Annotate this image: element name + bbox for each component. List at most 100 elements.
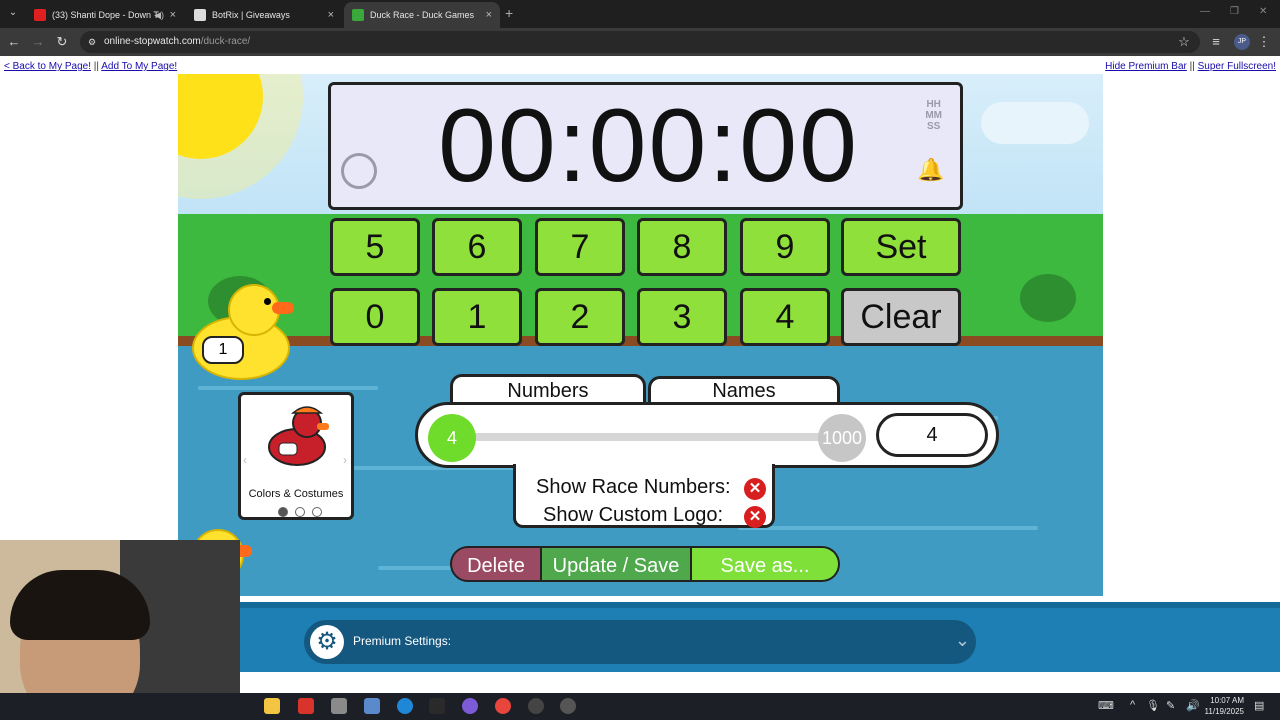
webcam-overlay: [0, 540, 240, 693]
back-icon[interactable]: ←: [6, 34, 22, 50]
close-icon[interactable]: ×: [328, 9, 334, 21]
race-duck: 1: [188, 284, 298, 380]
app-icon[interactable]: [298, 698, 314, 714]
url-bar[interactable]: ⚙ online-stopwatch.com/duck-race/ ☆: [80, 31, 1200, 53]
premium-settings-label: Premium Settings:: [353, 634, 452, 648]
browser-tab-active[interactable]: Duck Race - Duck Games ×: [344, 2, 500, 28]
file-explorer-icon[interactable]: [264, 698, 280, 714]
costume-page-dot[interactable]: [312, 507, 322, 517]
key-9[interactable]: 9: [740, 218, 830, 276]
microphone-icon[interactable]: 🎙: [1146, 699, 1160, 712]
browser-tab-bar: ⌄ (33) Shanti Dope - Down T ◀) × BotRix …: [0, 0, 1280, 28]
reload-icon[interactable]: ↻: [54, 34, 70, 50]
key-6[interactable]: 6: [432, 218, 522, 276]
url-text: online-stopwatch.com/duck-race/: [104, 36, 251, 47]
calculator-icon[interactable]: [364, 698, 380, 714]
alarm-clock-icon[interactable]: [341, 153, 377, 189]
slider-max-label: 1000: [818, 414, 866, 462]
delete-button[interactable]: Delete: [450, 546, 542, 582]
key-0[interactable]: 0: [330, 288, 420, 346]
racer-count-panel: 4 1000 4: [415, 402, 999, 468]
settings-icon[interactable]: [560, 698, 576, 714]
key-7[interactable]: 7: [535, 218, 625, 276]
notifications-icon[interactable]: ▤: [1254, 699, 1264, 712]
colors-costumes-card[interactable]: ‹ › Colors & Costumes: [238, 392, 354, 520]
youtube-icon: [34, 9, 46, 21]
tab-names[interactable]: Names: [648, 376, 840, 404]
bush-graphic: [1020, 274, 1076, 322]
premium-bar: ⚙ Premium Settings: ⌄: [240, 602, 1280, 672]
browser-tab[interactable]: BotRix | Giveaways ×: [186, 2, 342, 28]
racer-count-slider[interactable]: [438, 433, 833, 441]
edge-icon[interactable]: [397, 698, 413, 714]
premium-settings-toggle[interactable]: ⚙ Premium Settings: ⌄: [304, 620, 976, 664]
chrome-icon[interactable]: [495, 698, 511, 714]
windows-taskbar: ⌨ ^ 🎙 ✎ 🔊 10:07 AM 11/19/2025 ▤: [0, 693, 1280, 720]
costume-duck-icon: [268, 406, 329, 466]
stopwatch-icon: [352, 9, 364, 21]
save-as-button[interactable]: Save as...: [692, 546, 840, 582]
key-8[interactable]: 8: [637, 218, 727, 276]
minimize-icon[interactable]: —: [1200, 6, 1210, 17]
key-4[interactable]: 4: [740, 288, 830, 346]
show-race-numbers-label: Show Race Numbers:: [536, 476, 731, 498]
racer-count-input[interactable]: 4: [876, 413, 988, 457]
tab-title: Duck Race - Duck Games: [370, 10, 475, 20]
tray-chevron-icon[interactable]: ^: [1130, 699, 1135, 711]
clock[interactable]: 10:07 AM 11/19/2025: [1205, 695, 1244, 717]
super-fullscreen-link[interactable]: Super Fullscreen!: [1198, 61, 1276, 72]
duck-race-scene: 1 00:00:00 HH MM SS 🔔 5 6 7 8 9 Set 0 1 …: [178, 74, 1103, 596]
new-tab-icon[interactable]: +: [505, 5, 513, 21]
media-controls-icon[interactable]: ≡: [1208, 34, 1224, 50]
display-options: Show Race Numbers: ✕ Show Custom Logo: ✕: [513, 464, 775, 528]
key-1[interactable]: 1: [432, 288, 522, 346]
timer-digits: 00:00:00: [438, 88, 859, 204]
site-info-icon[interactable]: ⚙: [84, 34, 100, 50]
obs-icon[interactable]: [528, 698, 544, 714]
duck-number-tag: 1: [202, 336, 244, 364]
bookmark-star-icon[interactable]: ☆: [1176, 34, 1192, 50]
keyboard-icon[interactable]: ⌨: [1098, 699, 1114, 712]
time-format-toggle[interactable]: HH MM SS: [925, 99, 942, 132]
gear-icon: ⚙: [310, 625, 344, 659]
top-right-links: Hide Premium Bar || Super Fullscreen!: [1105, 61, 1276, 72]
update-save-button[interactable]: Update / Save: [542, 546, 692, 582]
set-button[interactable]: Set: [841, 218, 961, 276]
key-3[interactable]: 3: [637, 288, 727, 346]
next-costume-icon[interactable]: ›: [343, 453, 347, 467]
hide-premium-bar-link[interactable]: Hide Premium Bar: [1105, 61, 1187, 72]
costume-label: Colors & Costumes: [248, 488, 344, 500]
forward-icon[interactable]: →: [30, 34, 46, 50]
tab-title: (33) Shanti Dope - Down T: [52, 10, 159, 20]
app-icon[interactable]: [429, 698, 445, 714]
app-icon[interactable]: [331, 698, 347, 714]
browser-tab[interactable]: (33) Shanti Dope - Down T ◀) ×: [26, 2, 184, 28]
browser-menu-icon[interactable]: ⋮: [1256, 34, 1272, 50]
botrix-icon: [194, 9, 206, 21]
slider-min-knob[interactable]: 4: [428, 414, 476, 462]
chevron-down-icon[interactable]: ⌄: [955, 630, 970, 651]
costume-page-dot[interactable]: [278, 507, 288, 517]
add-to-my-page-link[interactable]: Add To My Page!: [101, 61, 177, 72]
discord-icon[interactable]: [462, 698, 478, 714]
clear-button[interactable]: Clear: [841, 288, 961, 346]
costume-page-dot[interactable]: [295, 507, 305, 517]
volume-icon[interactable]: 🔊: [1186, 699, 1200, 712]
pen-icon[interactable]: ✎: [1166, 699, 1175, 712]
back-to-my-page-link[interactable]: < Back to My Page!: [4, 61, 91, 72]
tab-search-icon[interactable]: ⌄: [4, 4, 22, 22]
profile-avatar[interactable]: JP: [1234, 34, 1250, 50]
window-close-icon[interactable]: ✕: [1259, 6, 1267, 17]
speaker-icon[interactable]: ◀): [154, 10, 164, 21]
show-race-numbers-toggle[interactable]: ✕: [744, 478, 766, 500]
close-icon[interactable]: ×: [486, 9, 492, 21]
close-icon[interactable]: ×: [170, 9, 176, 21]
maximize-icon[interactable]: ❐: [1230, 6, 1239, 17]
key-5[interactable]: 5: [330, 218, 420, 276]
bell-sound-icon[interactable]: 🔔: [914, 157, 948, 185]
show-custom-logo-label: Show Custom Logo:: [543, 504, 724, 526]
top-left-links: < Back to My Page! || Add To My Page!: [4, 61, 178, 72]
prev-costume-icon[interactable]: ‹: [243, 453, 247, 467]
show-custom-logo-toggle[interactable]: ✕: [744, 506, 766, 528]
key-2[interactable]: 2: [535, 288, 625, 346]
